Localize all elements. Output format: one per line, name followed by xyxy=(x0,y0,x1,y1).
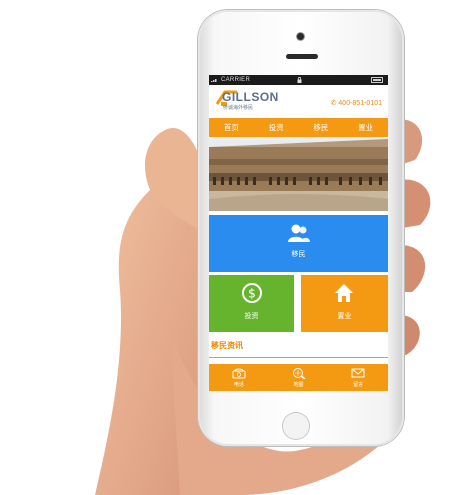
hotline-number: 400-851-0101 xyxy=(338,100,382,107)
main-nav: 首页 投资 移民 置业 xyxy=(209,118,388,137)
footer-map-label: 地图 xyxy=(293,382,304,388)
brand-name: GILLSON xyxy=(222,90,279,104)
home-button[interactable] xyxy=(282,412,310,440)
nav-item-property[interactable]: 置业 xyxy=(358,122,373,133)
users-icon xyxy=(288,224,310,242)
footer-map-button[interactable]: 地图 xyxy=(269,364,329,391)
status-bar: CARRIER xyxy=(209,75,388,85)
map-search-icon xyxy=(292,368,305,379)
earpiece-speaker xyxy=(286,54,318,59)
front-camera-icon xyxy=(297,33,304,40)
footer-call-button[interactable]: 电话 xyxy=(209,364,269,391)
footer-call-label: 电话 xyxy=(233,382,244,388)
immigration-tile-label: 移民 xyxy=(291,250,306,258)
battery-icon xyxy=(371,77,383,83)
hero-banner-image[interactable] xyxy=(209,137,388,211)
footer-message-button[interactable]: 留言 xyxy=(328,364,388,391)
phone-screen: CARRIER GILLSON 侨诚海外移民 ✆ 400-851-0101 首页… xyxy=(209,75,388,391)
site-header: GILLSON 侨诚海外移民 ✆ 400-851-0101 xyxy=(209,85,388,118)
dollar-icon: $ xyxy=(242,283,262,303)
house-icon xyxy=(335,284,353,302)
news-section-header: 移民资讯 xyxy=(209,335,388,358)
lock-icon xyxy=(297,77,302,83)
telephone-icon xyxy=(232,368,246,379)
hotline-link[interactable]: ✆ 400-851-0101 xyxy=(331,99,382,107)
investment-tile-label: 投资 xyxy=(244,312,259,320)
nav-item-home[interactable]: 首页 xyxy=(224,122,239,133)
footer-toolbar: 电话 地图 留言 xyxy=(209,364,388,391)
tiles-grid: 移民 $ 投资 置业 xyxy=(209,211,388,335)
phone-icon: ✆ xyxy=(330,100,337,107)
nav-item-investment[interactable]: 投资 xyxy=(269,122,284,133)
property-tile-label: 置业 xyxy=(337,312,352,320)
property-tile[interactable]: 置业 xyxy=(301,275,388,332)
carrier-label: CARRIER xyxy=(221,77,251,83)
svg-text:$: $ xyxy=(248,287,256,301)
footer-message-label: 留言 xyxy=(353,382,364,388)
brand-tagline: 侨诚海外移民 xyxy=(223,105,254,111)
nav-item-immigration[interactable]: 移民 xyxy=(313,122,328,133)
investment-tile[interactable]: $ 投资 xyxy=(209,275,294,332)
hero-plaza-photo xyxy=(209,137,388,211)
signal-icon xyxy=(211,79,217,82)
news-section-title[interactable]: 移民资讯 xyxy=(211,340,243,351)
envelope-icon xyxy=(351,368,365,378)
immigration-tile[interactable]: 移民 xyxy=(209,215,388,272)
